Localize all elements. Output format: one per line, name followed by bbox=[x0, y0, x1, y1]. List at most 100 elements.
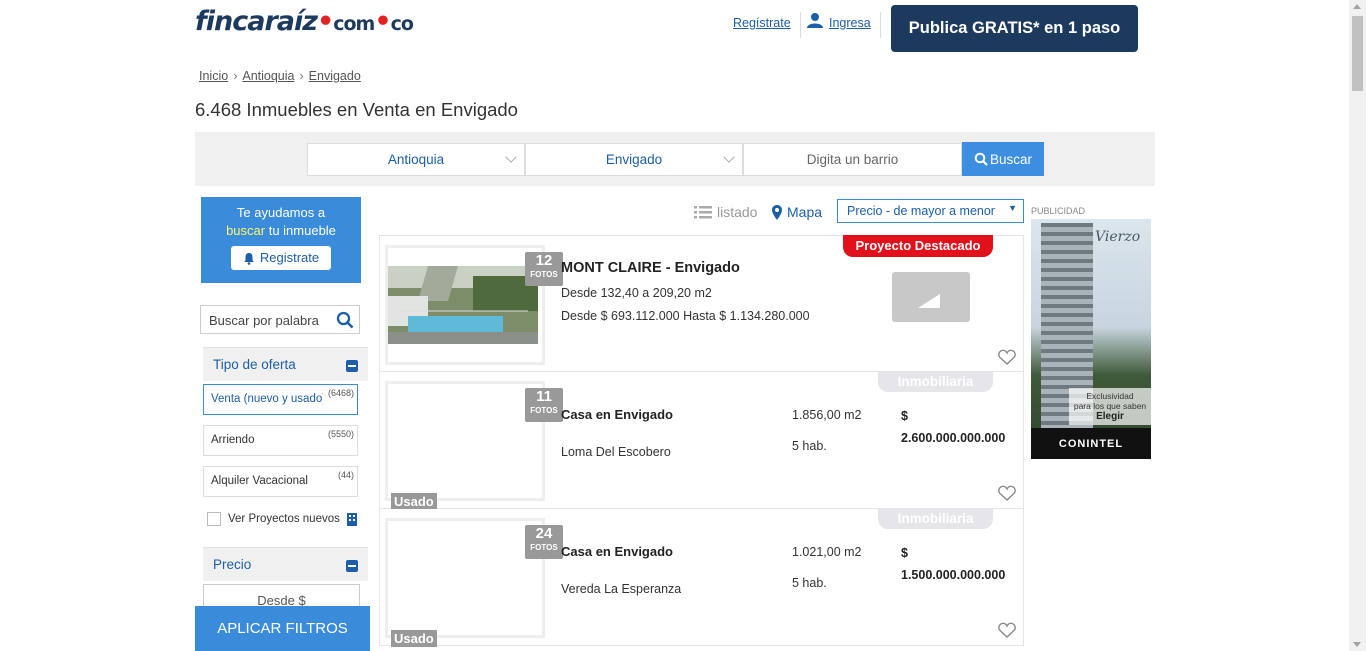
condition-badge: Usado bbox=[391, 630, 437, 647]
list-icon bbox=[694, 205, 712, 219]
page-scrollbar[interactable] bbox=[1349, 0, 1366, 651]
search-bar: Antioquia Envigado Digita un barrio Busc… bbox=[195, 132, 1155, 186]
help-register-button[interactable]: Registrate bbox=[231, 246, 331, 270]
breadcrumb-separator: › bbox=[299, 69, 304, 83]
listing-price: $ 1.500.000.000.000 bbox=[901, 542, 1005, 586]
logo-text: fincaraíz bbox=[195, 6, 318, 37]
listing-title[interactable]: Casa en Envigado bbox=[561, 544, 673, 559]
collapse-icon[interactable] bbox=[346, 560, 358, 572]
listing-title[interactable]: MONT CLAIRE - Envigado bbox=[561, 260, 740, 276]
price-title: Precio bbox=[213, 557, 252, 572]
builder-logo-icon bbox=[918, 294, 940, 308]
listing-card[interactable]: 12 FOTOS Proyecto Destacado MONT CLAIRE … bbox=[379, 235, 1024, 372]
header-divider bbox=[880, 12, 881, 38]
city-select[interactable]: Envigado bbox=[525, 143, 743, 176]
favorite-heart-icon[interactable] bbox=[998, 485, 1016, 506]
login-link[interactable]: Ingresa bbox=[829, 16, 871, 30]
agency-badge: Inmobiliaria bbox=[878, 509, 993, 529]
photo-count-badge: 11 FOTOS bbox=[525, 388, 563, 422]
ad-tagline-1: Exclusividad bbox=[1086, 391, 1134, 401]
logo-co: co bbox=[390, 13, 414, 35]
page: fincaraíz•com•co Regístrate Ingresa Publ… bbox=[0, 0, 1366, 651]
building-icon bbox=[346, 512, 357, 526]
sort-value: Precio - de mayor a menor bbox=[847, 204, 995, 218]
search-icon bbox=[974, 152, 988, 166]
ad-footer-logo: CONINTEL bbox=[1031, 428, 1151, 459]
offer-option-label: Arriendo bbox=[211, 434, 255, 446]
help-banner: Te ayudamos a buscar tu inmueble Registr… bbox=[201, 197, 361, 283]
breadcrumb-item-inicio[interactable]: Inicio bbox=[199, 69, 228, 83]
listing-area-range: Desde 132,40 a 209,20 m2 bbox=[561, 286, 712, 300]
department-select[interactable]: Antioquia bbox=[307, 143, 525, 176]
photo-count: 24 bbox=[535, 525, 553, 542]
ad-banner[interactable]: Vierzo Exclusividad para los que saben E… bbox=[1031, 219, 1151, 459]
breadcrumb-separator: › bbox=[233, 69, 238, 83]
register-link[interactable]: Regístrate bbox=[733, 16, 791, 30]
keyword-search-input[interactable]: Buscar por palabra bbox=[200, 305, 360, 334]
scrollbar-thumb[interactable] bbox=[1352, 16, 1363, 91]
search-button[interactable]: Buscar bbox=[962, 142, 1044, 176]
listing-title[interactable]: Casa en Envigado bbox=[561, 407, 673, 422]
offer-count: (6468) bbox=[327, 388, 354, 398]
publish-button[interactable]: Publica GRATIS* en 1 paso bbox=[891, 5, 1138, 52]
listing-card[interactable]: 24 FOTOS Usado Inmobiliaria Casa en Envi… bbox=[379, 509, 1024, 647]
price-value: 2.600.000.000.000 bbox=[901, 431, 1006, 445]
dropdown-arrow-icon: ▼ bbox=[1008, 203, 1017, 213]
bell-icon bbox=[243, 252, 255, 265]
apply-filters-button[interactable]: APLICAR FILTROS bbox=[195, 606, 370, 651]
collapse-icon[interactable] bbox=[346, 360, 358, 372]
map-view-label: Mapa bbox=[787, 204, 823, 220]
neighborhood-input[interactable]: Digita un barrio bbox=[743, 143, 962, 176]
site-logo[interactable]: fincaraíz•com•co bbox=[195, 6, 414, 37]
scroll-down-arrow-icon[interactable] bbox=[1353, 642, 1361, 647]
department-value: Antioquia bbox=[387, 152, 445, 167]
listing-photo[interactable]: 24 FOTOS Usado bbox=[385, 518, 563, 647]
favorite-heart-icon[interactable] bbox=[998, 349, 1016, 370]
ad-label: PUBLICIDAD bbox=[1031, 206, 1086, 216]
list-view-toggle[interactable]: listado bbox=[694, 204, 757, 220]
listing-photo[interactable]: 11 FOTOS Usado bbox=[385, 381, 563, 510]
city-value: Envigado bbox=[605, 152, 663, 167]
listing-price: $ 2.600.000.000.000 bbox=[901, 405, 1005, 449]
price-header[interactable]: Precio bbox=[203, 547, 368, 581]
ad-tagline: Exclusividad para los que saben Elegir bbox=[1069, 388, 1151, 425]
agency-badge: Inmobiliaria bbox=[878, 372, 993, 392]
scroll-up-arrow-icon[interactable] bbox=[1353, 4, 1361, 9]
new-projects-toggle[interactable]: Ver Proyectos nuevos bbox=[207, 512, 357, 526]
breadcrumb-item-antioquia[interactable]: Antioquia bbox=[242, 69, 294, 83]
offer-option-label: Venta (nuevo y usado) bbox=[211, 393, 323, 405]
help-line2: buscar tu inmueble bbox=[201, 222, 361, 240]
map-pin-icon bbox=[772, 204, 782, 220]
chevron-down-icon bbox=[723, 151, 735, 163]
user-icon bbox=[806, 11, 824, 34]
builder-logo bbox=[892, 272, 970, 322]
listing-photo[interactable]: 12 FOTOS bbox=[385, 245, 563, 365]
price-currency: $ bbox=[901, 409, 908, 423]
search-icon[interactable] bbox=[336, 311, 354, 332]
listing-price-range: Desde $ 693.112.000 Hasta $ 1.134.280.00… bbox=[561, 309, 810, 323]
map-view-toggle[interactable]: Mapa bbox=[772, 204, 822, 220]
offer-option-arriendo[interactable]: Arriendo (5550) bbox=[203, 425, 358, 456]
offer-option-alquiler-vacacional[interactable]: Alquiler Vacacional (44) bbox=[203, 466, 358, 497]
ad-tagline-3: Elegir bbox=[1096, 411, 1124, 422]
help-line1: Te ayudamos a bbox=[236, 205, 326, 220]
new-projects-label: Ver Proyectos nuevos bbox=[228, 513, 340, 525]
header-divider bbox=[800, 12, 801, 38]
offer-type-header[interactable]: Tipo de oferta bbox=[203, 347, 368, 381]
condition-badge: Usado bbox=[391, 493, 437, 510]
page-title: 6.468 Inmuebles en Venta en Envigado bbox=[195, 99, 518, 120]
chevron-down-icon bbox=[505, 151, 517, 163]
new-projects-checkbox[interactable] bbox=[207, 512, 221, 526]
offer-option-label: Alquiler Vacacional bbox=[211, 475, 308, 487]
offer-type-title: Tipo de oferta bbox=[213, 357, 296, 372]
offer-option-venta[interactable]: Venta (nuevo y usado) (6468) bbox=[203, 384, 358, 415]
listing-area: 1.856,00 m2 bbox=[792, 408, 862, 422]
photo-count: 11 bbox=[536, 388, 552, 405]
breadcrumb-item-envigado[interactable]: Envigado bbox=[309, 69, 361, 83]
favorite-heart-icon[interactable] bbox=[998, 622, 1016, 643]
price-currency: $ bbox=[901, 546, 908, 560]
listing-card[interactable]: 11 FOTOS Usado Inmobiliaria Casa en Envi… bbox=[379, 372, 1024, 510]
photo-count-label: FOTOS bbox=[530, 406, 558, 415]
sort-select[interactable]: Precio - de mayor a menor ▼ bbox=[837, 199, 1024, 223]
photo-count: 12 bbox=[535, 252, 553, 269]
